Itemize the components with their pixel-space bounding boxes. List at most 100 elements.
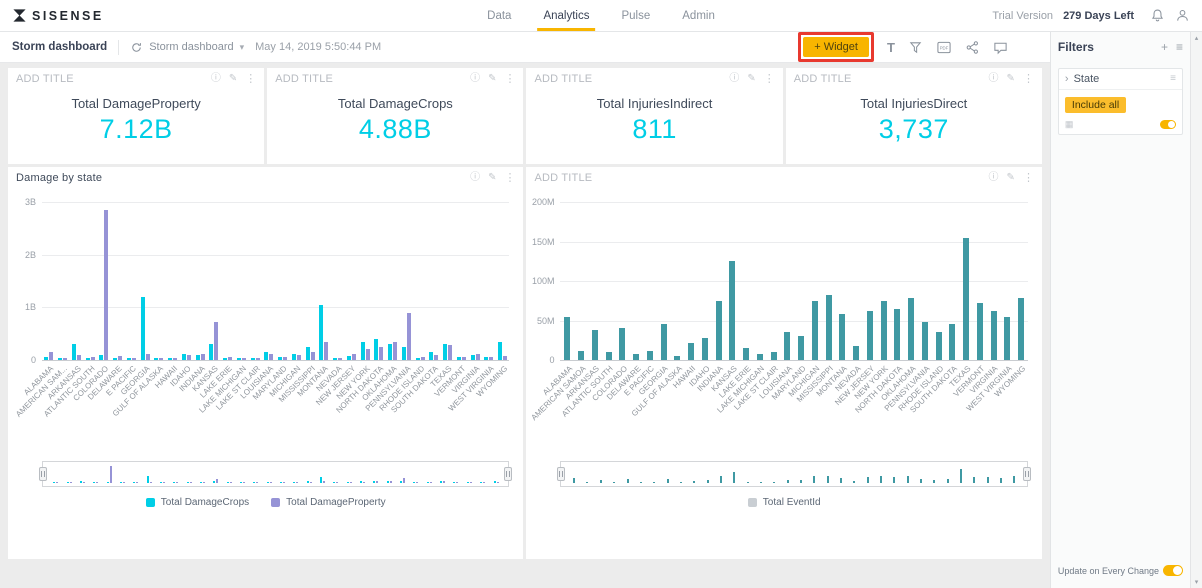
legend-item[interactable]: Total DamageCrops [145, 497, 249, 508]
bar[interactable] [935, 332, 942, 360]
bar[interactable] [743, 348, 750, 360]
widget-menu-icon[interactable]: ⋮ [1023, 73, 1034, 85]
nav-tab-admin[interactable]: Admin [682, 0, 715, 31]
widget-info-icon[interactable]: ⓘ [211, 74, 221, 84]
share-icon[interactable] [965, 40, 980, 55]
bar[interactable] [214, 322, 219, 360]
export-pdf-icon[interactable]: PDF [936, 40, 952, 55]
legend-item[interactable]: Total DamageProperty [271, 497, 386, 508]
bar[interactable] [619, 328, 626, 360]
bar[interactable] [310, 352, 315, 360]
bar[interactable] [443, 344, 448, 360]
nav-tab-data[interactable]: Data [487, 0, 511, 31]
bar[interactable] [448, 345, 453, 360]
widget-title-placeholder[interactable]: ADD TITLE [534, 172, 592, 184]
bar[interactable] [49, 352, 54, 360]
widget-menu-icon[interactable]: ⋮ [764, 73, 775, 85]
bar[interactable] [264, 352, 269, 360]
include-all-chip[interactable]: Include all [1064, 97, 1127, 113]
bar[interactable] [880, 301, 887, 360]
add-filter-icon[interactable]: + [1161, 41, 1168, 53]
widget-title-placeholder[interactable]: ADD TITLE [16, 73, 74, 85]
widget-edit-icon[interactable]: ✎ [229, 74, 237, 84]
nav-tab-analytics[interactable]: Analytics [537, 0, 596, 31]
comments-icon[interactable] [993, 40, 1008, 55]
widget-info-icon[interactable]: ⓘ [729, 74, 739, 84]
bar[interactable] [839, 314, 846, 360]
bar[interactable] [688, 343, 695, 360]
nav-tab-pulse[interactable]: Pulse [621, 0, 650, 31]
widget-title-placeholder[interactable]: ADD TITLE [534, 73, 592, 85]
widget-title-placeholder[interactable]: ADD TITLE [794, 73, 852, 85]
chevron-right-icon[interactable]: › [1065, 73, 1069, 85]
bar[interactable] [949, 324, 956, 360]
bar[interactable] [360, 342, 365, 360]
bar[interactable] [798, 336, 805, 360]
widget-info-icon[interactable]: ⓘ [989, 173, 999, 183]
widget-edit-icon[interactable]: ✎ [488, 74, 496, 84]
bar[interactable] [908, 298, 915, 360]
bar[interactable] [71, 344, 76, 360]
scroll-down-icon[interactable]: ▾ [1195, 578, 1199, 586]
bar[interactable] [894, 309, 901, 360]
widget-edit-icon[interactable]: ✎ [1007, 173, 1015, 183]
bar[interactable] [963, 238, 970, 360]
sisense-logo[interactable]: SISENSE [12, 8, 104, 23]
filter-enabled-toggle[interactable] [1160, 120, 1176, 129]
bar[interactable] [379, 347, 384, 360]
bar[interactable] [498, 342, 503, 360]
bar[interactable] [990, 311, 997, 360]
filter-drag-handle-icon[interactable]: ≡ [1170, 74, 1176, 84]
widget-info-icon[interactable]: ⓘ [470, 173, 480, 183]
bar[interactable] [784, 332, 791, 360]
widget-menu-icon[interactable]: ⋮ [504, 73, 515, 85]
bar[interactable] [365, 349, 370, 360]
bar[interactable] [1004, 317, 1011, 360]
bar[interactable] [976, 303, 983, 360]
bar[interactable] [866, 311, 873, 360]
widget-menu-icon[interactable]: ⋮ [1023, 172, 1034, 184]
widget-edit-icon[interactable]: ✎ [488, 173, 496, 183]
navigator-handle-right[interactable] [1022, 467, 1031, 481]
widget-title-placeholder[interactable]: ADD TITLE [275, 73, 333, 85]
bar[interactable] [305, 347, 310, 360]
bar[interactable] [591, 330, 598, 360]
chart-widget-damage-by-state[interactable]: Damage by state ⓘ ✎ ⋮ 3B 2B 1B 0 ALABAMA AMER… [8, 167, 524, 559]
bar[interactable] [406, 313, 411, 360]
filter-funnel-icon[interactable] [908, 40, 923, 55]
bar[interactable] [770, 352, 777, 360]
bar[interactable] [660, 324, 667, 360]
page-scrollbar[interactable]: ▴ ▾ [1190, 32, 1202, 588]
bar[interactable] [374, 339, 379, 360]
bar[interactable] [715, 301, 722, 360]
chart-range-navigator[interactable] [39, 461, 513, 487]
bar[interactable] [209, 344, 214, 360]
widget-menu-icon[interactable]: ⋮ [504, 172, 515, 184]
scroll-up-icon[interactable]: ▴ [1195, 34, 1199, 42]
bar[interactable] [393, 342, 398, 360]
navigator-handle-left[interactable] [39, 467, 47, 481]
widget-info-icon[interactable]: ⓘ [989, 74, 999, 84]
filter-detail-icon[interactable]: ▦ [1065, 120, 1074, 129]
widget-info-icon[interactable]: ⓘ [470, 74, 480, 84]
bar[interactable] [1018, 298, 1025, 360]
widget-menu-icon[interactable]: ⋮ [245, 73, 256, 85]
bar[interactable] [578, 351, 585, 360]
bar[interactable] [646, 351, 653, 360]
filter-field-label[interactable]: State [1074, 73, 1100, 85]
notifications-bell-icon[interactable] [1150, 8, 1165, 23]
navigator-handle-right[interactable] [504, 467, 513, 481]
kpi-widget-injuries-direct[interactable]: ADD TITLE ⓘ ✎ ⋮ Total InjuriesDirect 3,7… [785, 68, 1042, 164]
bar[interactable] [811, 301, 818, 360]
bar[interactable] [429, 352, 434, 360]
update-on-change-toggle[interactable] [1163, 565, 1183, 576]
filters-menu-icon[interactable]: ≡ [1176, 41, 1183, 53]
bar[interactable] [729, 261, 736, 360]
bar[interactable] [605, 352, 612, 360]
bar[interactable] [564, 317, 571, 360]
add-widget-button[interactable]: + Widget [803, 37, 869, 57]
bar[interactable] [319, 305, 324, 360]
bar[interactable] [388, 344, 393, 360]
bar[interactable] [825, 295, 832, 360]
add-text-icon[interactable]: T [887, 41, 895, 54]
